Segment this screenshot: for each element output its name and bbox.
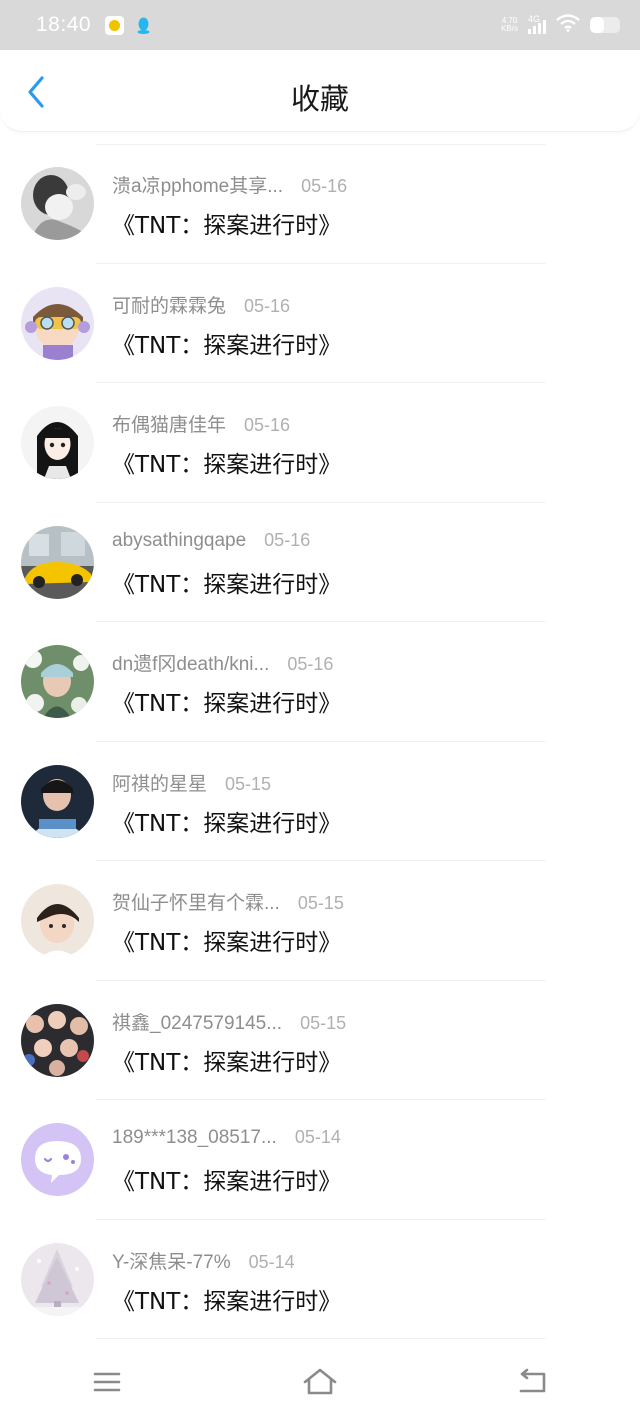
avatar[interactable] [21,1123,94,1196]
network-speed: 4.70 KB/s [501,17,518,33]
avatar[interactable] [21,1242,94,1316]
list-item[interactable]: dn遗f冈death/kni... 05-16 《TNT：探案进行时》 [0,622,640,742]
avatar[interactable] [21,764,94,838]
favorite-title[interactable]: 《TNT：探案进行时》 [112,1043,341,1077]
user-name[interactable]: 祺鑫_0247579145... [112,1008,282,1035]
page-title: 收藏 [290,82,349,116]
list-item[interactable]: 祺鑫_0247579145... 05-15 《TNT：探案进行时》 [0,981,640,1100]
post-date: 05-14 [294,1127,341,1147]
user-name[interactable]: dn遗f冈death/kni... [112,649,269,676]
back-nav-button[interactable] [503,1352,563,1412]
cellular-signal-icon: 4G [528,14,546,34]
avatar[interactable] [21,406,94,479]
avatar[interactable] [21,884,94,957]
favorite-title[interactable]: 《TNT：探案进行时》 [112,923,341,957]
post-date: 05-14 [248,1251,295,1272]
list-item[interactable]: 溃a凉pphome其享... 05-16 《TNT：探案进行时》 [0,144,640,264]
battery-icon [590,17,620,33]
post-date: 05-15 [297,893,344,913]
user-name[interactable]: Y-深焦呆-77% [112,1247,231,1274]
list-item[interactable]: 布偶猫唐佳年 05-16 《TNT：探案进行时》 [0,383,640,503]
list-item[interactable]: 贺仙子怀里有个霖... 05-15 《TNT：探案进行时》 [0,861,640,981]
post-date: 05-15 [225,773,272,794]
user-name[interactable]: 贺仙子怀里有个霖... [112,888,280,915]
menu-button[interactable] [77,1352,137,1412]
user-name[interactable]: 溃a凉pphome其享... [112,171,283,198]
post-date: 05-16 [244,295,291,316]
user-name[interactable]: 189***138_08517... [112,1127,277,1149]
status-bar: 18:40 4.70 KB/s 4G [0,0,640,50]
status-time: 18:40 [36,13,92,36]
post-date: 05-16 [244,415,291,435]
network-speed-unit: KB/s [501,24,518,33]
battery-level [590,17,604,33]
list-item[interactable]: 189***138_08517... 05-14 《TNT：探案进行时》 [0,1100,640,1220]
wifi-icon [556,14,580,36]
favorite-title[interactable]: 《TNT：探案进行时》 [112,565,341,599]
post-date: 05-16 [264,529,311,550]
qq-notification-icon [134,16,153,35]
favorite-title[interactable]: 《TNT：探案进行时》 [112,206,341,240]
favorite-title[interactable]: 《TNT：探案进行时》 [112,445,341,479]
status-indicators: 4.70 KB/s 4G [501,14,620,36]
menu-icon [93,1372,120,1392]
list-item[interactable]: 阿祺的星星 05-15 《TNT：探案进行时》 [0,742,640,861]
post-date: 05-16 [287,654,334,674]
avatar[interactable] [21,286,94,360]
list-item[interactable]: abysathingqape 05-16 《TNT：探案进行时》 [0,503,640,622]
favorite-title[interactable]: 《TNT：探案进行时》 [112,326,341,360]
user-name[interactable]: 阿祺的星星 [112,769,207,796]
user-name[interactable]: abysathingqape [112,530,246,552]
post-date: 05-16 [301,176,348,196]
back-icon [520,1368,546,1393]
post-date: 05-15 [300,1012,347,1033]
user-name[interactable]: 布偶猫唐佳年 [112,410,226,437]
favorite-title[interactable]: 《TNT：探案进行时》 [112,1162,341,1196]
avatar[interactable] [21,167,94,240]
system-nav-bar [0,1342,640,1422]
favorite-title[interactable]: 《TNT：探案进行时》 [112,804,341,838]
divider [96,1338,546,1339]
home-button[interactable] [290,1352,350,1412]
avatar[interactable] [21,645,94,718]
notification-app-icon [105,15,125,35]
avatar[interactable] [21,525,94,599]
favorite-title[interactable]: 《TNT：探案进行时》 [112,1282,341,1316]
avatar[interactable] [21,1003,94,1077]
network-type: 4G [528,14,541,24]
page-header: 收藏 [0,50,640,132]
home-icon [303,1368,337,1395]
favorites-list: 溃a凉pphome其享... 05-16 《TNT：探案进行时》 可耐的霖霖兔 … [0,144,640,1339]
list-item[interactable]: 可耐的霖霖兔 05-16 《TNT：探案进行时》 [0,264,640,383]
favorite-title[interactable]: 《TNT：探案进行时》 [112,684,341,718]
user-name[interactable]: 可耐的霖霖兔 [112,291,226,318]
list-item[interactable]: Y-深焦呆-77% 05-14 《TNT：探案进行时》 [0,1220,640,1339]
